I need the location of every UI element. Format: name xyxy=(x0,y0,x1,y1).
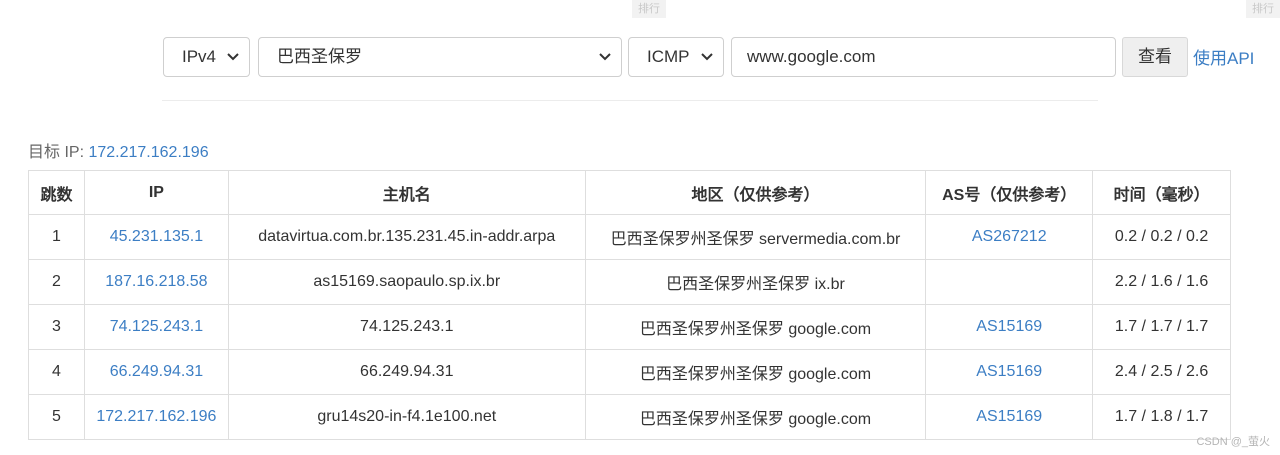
cell-time: 2.2 / 1.6 / 1.6 xyxy=(1092,259,1231,305)
cell-asn-link[interactable]: AS15169 xyxy=(925,304,1094,350)
cell-hop: 4 xyxy=(28,349,85,395)
cell-hostname: 74.125.243.1 xyxy=(227,304,586,350)
cell-hostname: gru14s20-in-f4.1e100.net xyxy=(227,394,586,440)
location-value: 巴西圣保罗 xyxy=(277,47,362,66)
host-input[interactable]: www.google.com xyxy=(731,37,1116,77)
chevron-down-icon xyxy=(701,53,713,61)
table-row: 1 45.231.135.1 datavirtua.com.br.135.231… xyxy=(28,214,1231,260)
table-row: 2 187.16.218.58 as15169.saopaulo.sp.ix.b… xyxy=(28,259,1231,305)
cell-hop: 1 xyxy=(28,214,85,260)
cell-hostname: as15169.saopaulo.sp.ix.br xyxy=(227,259,586,305)
cell-ip-link[interactable]: 172.217.162.196 xyxy=(83,394,229,440)
cell-region: 巴西圣保罗州圣保罗 google.com xyxy=(584,304,927,350)
table-row: 3 74.125.243.1 74.125.243.1 巴西圣保罗州圣保罗 go… xyxy=(28,304,1231,350)
query-button[interactable]: 查看 xyxy=(1122,37,1188,77)
cell-hostname: datavirtua.com.br.135.231.45.in-addr.arp… xyxy=(227,214,586,260)
header-hostname: 主机名 xyxy=(227,170,586,215)
cell-asn-link[interactable]: AS267212 xyxy=(925,214,1094,260)
cell-time: 1.7 / 1.7 / 1.7 xyxy=(1092,304,1231,350)
cell-region: 巴西圣保罗州圣保罗 ix.br xyxy=(584,259,927,305)
cell-asn-link xyxy=(925,259,1094,305)
cell-region: 巴西圣保罗州圣保罗 google.com xyxy=(584,394,927,440)
cell-time: 2.4 / 2.5 / 2.6 xyxy=(1092,349,1231,395)
table-row: 5 172.217.162.196 gru14s20-in-f4.1e100.n… xyxy=(28,394,1231,440)
cell-time: 0.2 / 0.2 / 0.2 xyxy=(1092,214,1231,260)
cell-ip-link[interactable]: 45.231.135.1 xyxy=(83,214,229,260)
cell-ip-link[interactable]: 187.16.218.58 xyxy=(83,259,229,305)
protocol-value: ICMP xyxy=(647,47,690,66)
table-row: 4 66.249.94.31 66.249.94.31 巴西圣保罗州圣保罗 go… xyxy=(28,349,1231,395)
header-region: 地区（仅供参考） xyxy=(584,170,927,215)
cell-region: 巴西圣保罗州圣保罗 servermedia.com.br xyxy=(584,214,927,260)
header-hop: 跳数 xyxy=(28,170,85,215)
api-link[interactable]: 使用API xyxy=(1193,44,1254,69)
cell-hop: 2 xyxy=(28,259,85,305)
header-ip: IP xyxy=(83,170,229,215)
divider xyxy=(162,100,1098,101)
cell-ip-link[interactable]: 74.125.243.1 xyxy=(83,304,229,350)
protocol-select[interactable]: ICMP xyxy=(628,37,724,77)
target-ip-line: 目标 IP: 172.217.162.196 xyxy=(28,138,209,162)
watermark: CSDN @_萤火 xyxy=(1196,436,1270,448)
cell-hostname: 66.249.94.31 xyxy=(227,349,586,395)
cell-asn-link[interactable]: AS15169 xyxy=(925,349,1094,395)
header-time: 时间（毫秒） xyxy=(1092,170,1231,215)
ip-version-value: IPv4 xyxy=(182,47,217,66)
traceroute-table: 跳数 IP 主机名 地区（仅供参考） AS号（仅供参考） 时间（毫秒） 1 45… xyxy=(28,170,1231,440)
location-select[interactable]: 巴西圣保罗 xyxy=(258,37,622,77)
cell-ip-link[interactable]: 66.249.94.31 xyxy=(83,349,229,395)
cell-region: 巴西圣保罗州圣保罗 google.com xyxy=(584,349,927,395)
cell-asn-link[interactable]: AS15169 xyxy=(925,394,1094,440)
top-ghost-tab-2: 排行 xyxy=(1246,0,1280,18)
chevron-down-icon xyxy=(599,53,611,61)
header-asn: AS号（仅供参考） xyxy=(925,170,1094,215)
top-ghost-tab-1: 排行 xyxy=(632,0,666,18)
target-ip-link[interactable]: 172.217.162.196 xyxy=(88,144,208,161)
table-header-row: 跳数 IP 主机名 地区（仅供参考） AS号（仅供参考） 时间（毫秒） xyxy=(28,170,1231,215)
chevron-down-icon xyxy=(227,53,239,61)
target-ip-label: 目标 IP: xyxy=(28,144,89,161)
host-input-value: www.google.com xyxy=(747,47,876,66)
ip-version-select[interactable]: IPv4 xyxy=(163,37,250,77)
cell-hop: 5 xyxy=(28,394,85,440)
cell-hop: 3 xyxy=(28,304,85,350)
